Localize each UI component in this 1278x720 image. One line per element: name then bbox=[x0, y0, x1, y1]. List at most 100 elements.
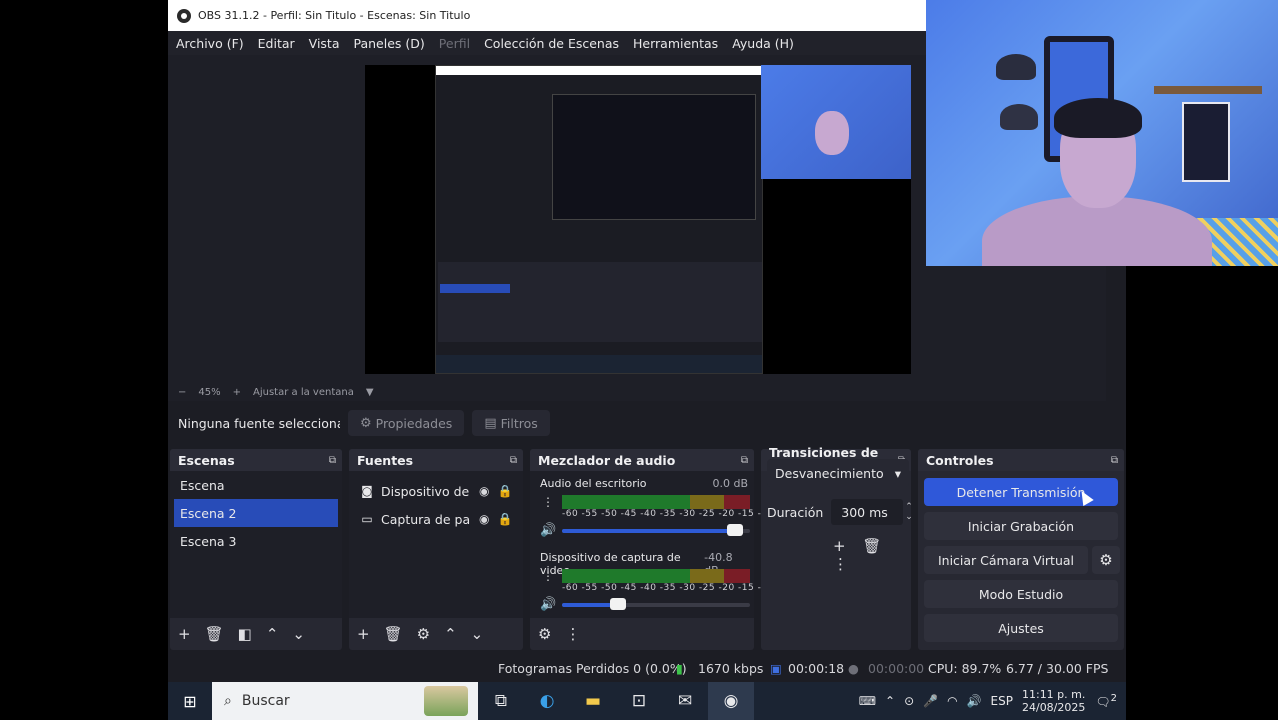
volume-slider[interactable] bbox=[562, 524, 750, 536]
add-source-icon[interactable]: + bbox=[357, 625, 370, 643]
volume-knob[interactable] bbox=[726, 524, 743, 536]
menu-ayuda[interactable]: Ayuda (H) bbox=[732, 36, 794, 51]
fit-to-window-label[interactable]: Ajustar a la ventana bbox=[253, 387, 354, 398]
mixer-footer: ⚙ ⋮ bbox=[530, 618, 754, 650]
undock-icon[interactable]: ⧉ bbox=[510, 455, 517, 466]
speaker-icon[interactable]: 🔊 bbox=[540, 597, 556, 612]
windows-start-icon[interactable]: ⊞ bbox=[168, 682, 212, 720]
filters-button[interactable]: ▤ Filtros bbox=[472, 410, 550, 436]
mail-icon[interactable]: ✉ bbox=[662, 682, 708, 720]
mixer-menu-icon[interactable]: ⋮ bbox=[565, 625, 580, 643]
webcam-hat bbox=[996, 54, 1036, 80]
scene-item[interactable]: Escena bbox=[170, 471, 342, 499]
nested-inner-preview bbox=[552, 94, 756, 220]
lock-icon[interactable]: 🔒 bbox=[497, 512, 512, 526]
studio-mode-button[interactable]: Modo Estudio bbox=[924, 580, 1118, 608]
volume-icon[interactable]: 🔊 bbox=[967, 694, 982, 708]
volume-meter bbox=[562, 495, 750, 509]
add-scene-icon[interactable]: + bbox=[178, 625, 191, 643]
settings-button[interactable]: Ajustes bbox=[924, 614, 1118, 642]
transition-tools: + 🗑 ⋮ bbox=[833, 537, 911, 573]
status-bar: Fotogramas Perdidos 0 (0.0%) ▮ 1670 kbps… bbox=[168, 655, 1126, 682]
fps: 6.77 / 30.00 FPS bbox=[1006, 661, 1109, 676]
volume-knob[interactable] bbox=[610, 598, 627, 610]
menu-perfil[interactable]: Perfil bbox=[439, 36, 470, 51]
menu-coleccion-escenas[interactable]: Colección de Escenas bbox=[484, 36, 619, 51]
transition-select[interactable]: Desvanecimiento ▾ bbox=[767, 459, 909, 487]
start-virtual-camera-button[interactable]: Iniciar Cámara Virtual bbox=[924, 546, 1088, 574]
mixer-channel: Dispositivo de captura de video -40.8 dB… bbox=[530, 545, 796, 619]
duration-input[interactable]: 300 ms bbox=[831, 499, 904, 525]
preview-canvas[interactable] bbox=[365, 65, 911, 374]
menu-vista[interactable]: Vista bbox=[309, 36, 340, 51]
language-indicator[interactable]: ESP bbox=[991, 694, 1013, 708]
window-titlebar: OBS 31.1.2 - Perfil: Sin Titulo - Escena… bbox=[168, 0, 926, 31]
source-item[interactable]: ▭ Captura de pantalla ◉ 🔒 bbox=[349, 505, 523, 533]
properties-button[interactable]: ⚙ Propiedades bbox=[348, 410, 465, 436]
undock-icon[interactable]: ⧉ bbox=[329, 455, 336, 466]
controls-header: Controles ⧉ bbox=[918, 449, 1124, 471]
zoom-in-button[interactable]: + bbox=[233, 387, 241, 398]
taskbar-search[interactable]: ⌕ Buscar bbox=[212, 682, 478, 720]
obs-taskbar-icon[interactable]: ◉ bbox=[708, 682, 754, 720]
move-up-icon[interactable]: ⌃ bbox=[444, 625, 457, 643]
volume-meter bbox=[562, 569, 750, 583]
source-properties-icon[interactable]: ⚙ bbox=[417, 625, 430, 643]
scenes-dock: Escenas ⧉ Escena Escena 2 Escena 3 + 🗑 ◧… bbox=[170, 449, 342, 650]
task-view-icon[interactable]: ⧉ bbox=[478, 682, 524, 720]
nested-docks bbox=[438, 262, 762, 342]
zoom-dropdown-icon[interactable]: ▼ bbox=[366, 387, 374, 398]
remove-scene-icon[interactable]: 🗑 bbox=[205, 625, 224, 643]
network-icon[interactable]: ⊙ bbox=[904, 694, 914, 708]
undock-icon[interactable]: ⧉ bbox=[741, 455, 748, 466]
menu-archivo[interactable]: Archivo (F) bbox=[176, 36, 244, 51]
menu-bar: Archivo (F) Editar Vista Paneles (D) Per… bbox=[168, 31, 926, 55]
channel-menu-icon[interactable]: ⋮ bbox=[542, 495, 554, 509]
remove-source-icon[interactable]: 🗑 bbox=[384, 625, 403, 643]
channel-name: Audio del escritorio bbox=[540, 477, 647, 490]
undock-icon[interactable]: ⧉ bbox=[1111, 455, 1118, 466]
meter-red bbox=[724, 495, 750, 509]
move-down-icon[interactable]: ⌄ bbox=[471, 625, 484, 643]
duration-spinner[interactable]: ⌃ ⌄ bbox=[905, 502, 913, 522]
scene-item-selected[interactable]: Escena 2 bbox=[174, 499, 338, 527]
keyboard-icon[interactable]: ⌨ bbox=[859, 694, 876, 708]
file-explorer-icon[interactable]: ▬ bbox=[570, 682, 616, 720]
eye-icon[interactable]: ◉ bbox=[479, 512, 489, 526]
move-down-icon[interactable]: ⌄ bbox=[292, 625, 305, 643]
show-hidden-icon[interactable]: ⌃ bbox=[885, 694, 895, 708]
transition-menu-icon[interactable]: ⋮ bbox=[833, 555, 848, 573]
lock-icon[interactable]: 🔒 bbox=[497, 484, 512, 498]
move-up-icon[interactable]: ⌃ bbox=[266, 625, 279, 643]
menu-herramientas[interactable]: Herramientas bbox=[633, 36, 718, 51]
zoom-level: 45% bbox=[198, 386, 221, 398]
microphone-icon[interactable]: 🎤 bbox=[923, 694, 938, 708]
eye-icon[interactable]: ◉ bbox=[479, 484, 489, 498]
advanced-audio-icon[interactable]: ⚙ bbox=[538, 625, 551, 643]
menu-paneles[interactable]: Paneles (D) bbox=[354, 36, 425, 51]
scene-filters-icon[interactable]: ◧ bbox=[238, 625, 252, 643]
channel-menu-icon[interactable]: ⋮ bbox=[542, 569, 554, 583]
notifications-icon[interactable]: 🗨2 bbox=[1095, 693, 1117, 709]
scene-item[interactable]: Escena 3 bbox=[170, 527, 342, 555]
meter-green bbox=[562, 569, 690, 583]
chevron-down-icon: ▾ bbox=[894, 465, 901, 481]
menu-editar[interactable]: Editar bbox=[258, 36, 295, 51]
wifi-icon[interactable]: ◠ bbox=[947, 694, 957, 708]
volume-slider[interactable] bbox=[562, 598, 750, 610]
meter-red bbox=[724, 569, 750, 583]
properties-label: Propiedades bbox=[375, 415, 453, 431]
start-recording-button[interactable]: Iniciar Grabación bbox=[924, 512, 1118, 540]
source-item[interactable]: ◙ Dispositivo de captura de video ◉ 🔒 bbox=[349, 477, 523, 505]
virtual-camera-settings-icon[interactable]: ⚙ bbox=[1092, 546, 1120, 574]
zoom-out-button[interactable]: − bbox=[178, 387, 186, 398]
mixer-title: Mezclador de audio bbox=[538, 452, 676, 468]
remove-transition-icon[interactable]: 🗑 bbox=[862, 537, 881, 555]
scenes-list: Escena Escena 2 Escena 3 bbox=[170, 471, 342, 618]
speaker-icon[interactable]: 🔊 bbox=[540, 523, 556, 538]
search-placeholder: Buscar bbox=[241, 693, 290, 709]
store-icon[interactable]: ⊡ bbox=[616, 682, 662, 720]
clock[interactable]: 11:11 p. m. 24/08/2025 bbox=[1022, 688, 1085, 714]
add-transition-icon[interactable]: + bbox=[833, 537, 846, 555]
edge-icon[interactable]: ◐ bbox=[524, 682, 570, 720]
